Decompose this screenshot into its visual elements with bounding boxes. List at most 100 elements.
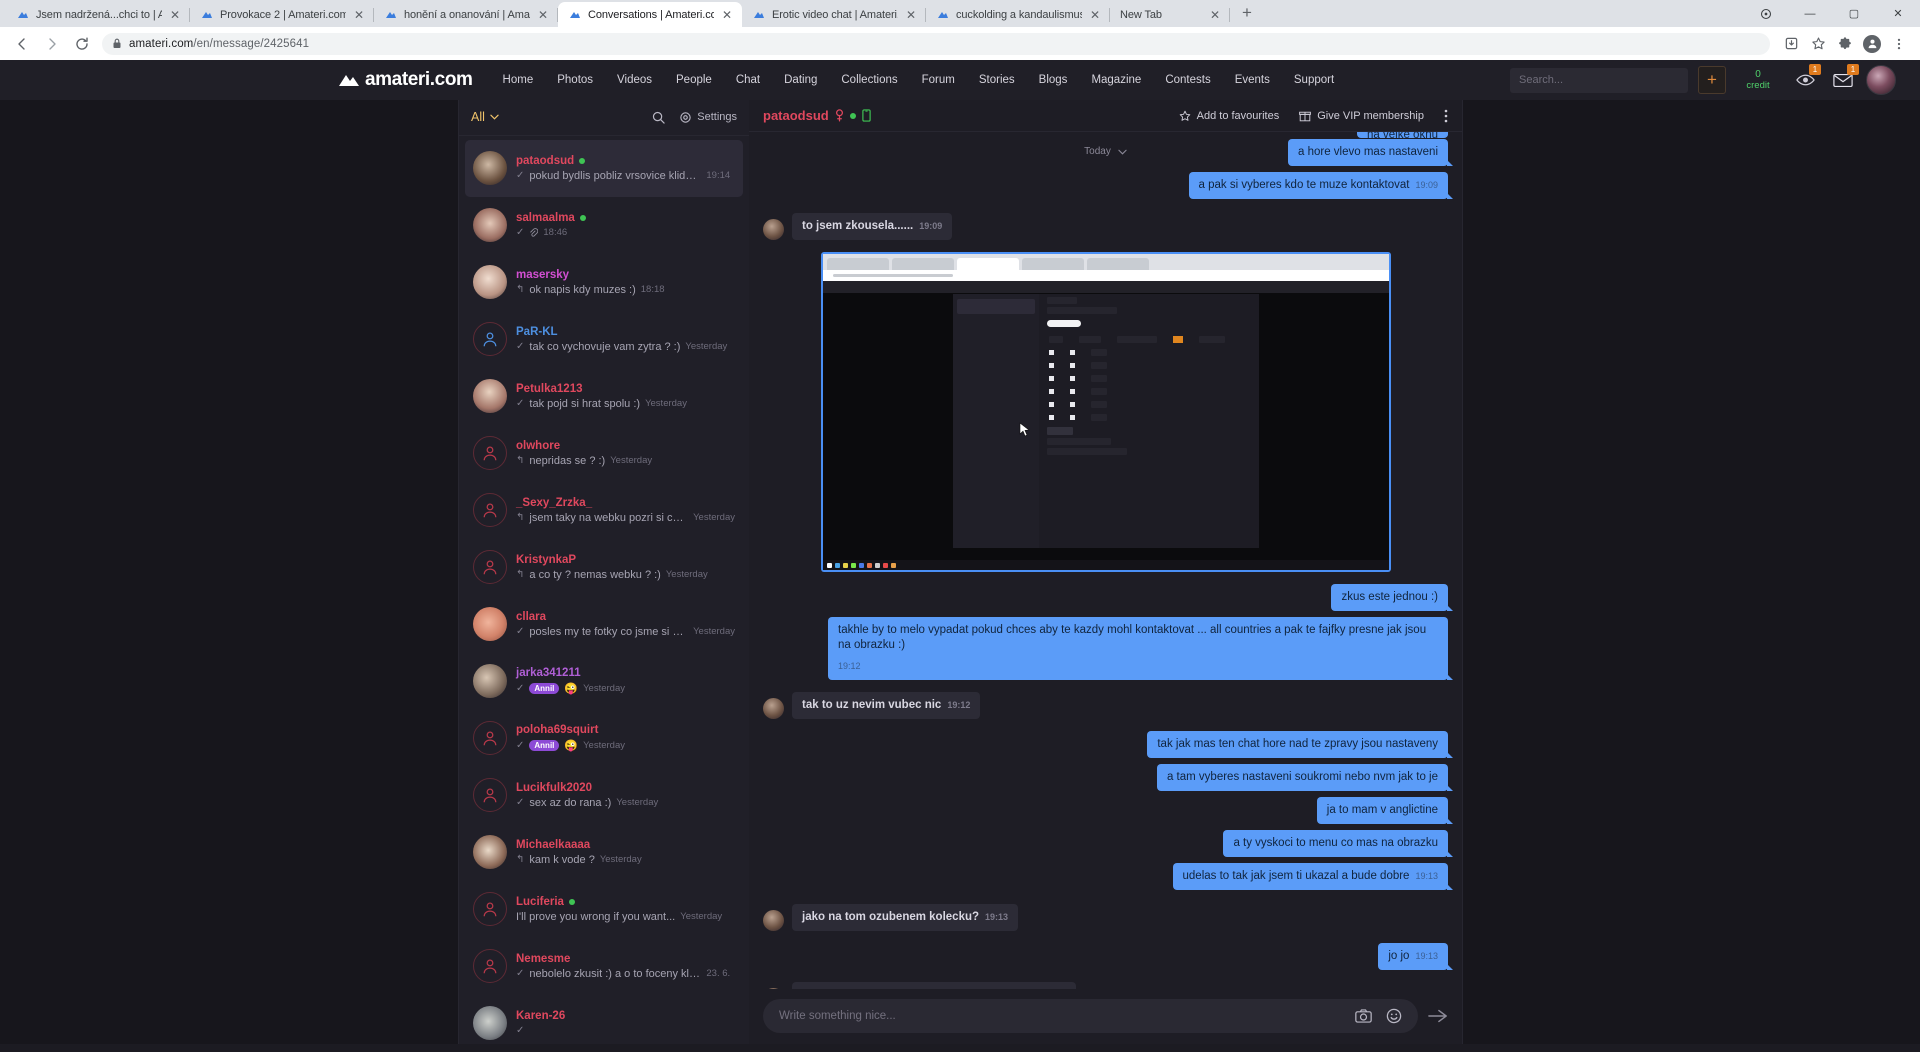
close-icon[interactable]: ✕: [536, 8, 550, 22]
chat-more-button[interactable]: [1444, 109, 1448, 123]
message-bubble-out[interactable]: na velke oknu: [1357, 132, 1448, 139]
nav-item-photos[interactable]: Photos: [545, 60, 605, 100]
close-icon[interactable]: ✕: [1208, 8, 1222, 22]
close-icon[interactable]: ✕: [1088, 8, 1102, 22]
profile-icon[interactable]: [1859, 31, 1885, 57]
message-bubble-out[interactable]: a ty vyskoci to menu co mas na obrazku: [1223, 830, 1453, 858]
nav-item-forum[interactable]: Forum: [910, 60, 967, 100]
add-to-favourites-button[interactable]: Add to favourites: [1179, 110, 1279, 122]
emoji-smile-icon[interactable]: [1386, 1008, 1402, 1024]
close-window-button[interactable]: ✕: [1876, 0, 1920, 27]
add-content-button[interactable]: +: [1698, 66, 1726, 94]
close-icon[interactable]: ✕: [352, 8, 366, 22]
visitors-button[interactable]: 1: [1790, 64, 1821, 93]
menu-kebab-icon[interactable]: [1886, 31, 1912, 57]
conversation-item[interactable]: Lucikfulk2020 ✓ sex az do rana :) Yester…: [465, 767, 743, 824]
nav-item-contests[interactable]: Contests: [1153, 60, 1222, 100]
avatar-placeholder-icon: [473, 721, 507, 756]
address-bar[interactable]: amateri.com/en/message/2425641: [102, 32, 1770, 55]
download-icon[interactable]: [1778, 31, 1804, 57]
nav-item-videos[interactable]: Videos: [605, 60, 664, 100]
message-bubble-in[interactable]: jako na tom ozubenem kolecku? 19:13: [792, 904, 1019, 932]
nav-item-collections[interactable]: Collections: [829, 60, 909, 100]
nav-item-people[interactable]: People: [664, 60, 724, 100]
message-input[interactable]: Write something nice...: [763, 999, 1418, 1034]
settings-button[interactable]: Settings: [679, 111, 737, 124]
conversation-item[interactable]: Nemesme ✓ nebolelo zkusit :) a o to foce…: [465, 938, 743, 995]
chat-peer[interactable]: pataodsud: [763, 108, 871, 123]
message-bubble-out[interactable]: a hore vlevo mas nastaveni: [1288, 139, 1453, 167]
nav-item-dating[interactable]: Dating: [772, 60, 829, 100]
conversation-item[interactable]: Luciferia I'll prove you wrong if you wa…: [465, 881, 743, 938]
conversation-item[interactable]: poloha69squirt ✓ Annil 😜 Yesterday: [465, 710, 743, 767]
credit-indicator[interactable]: 0 credit: [1735, 65, 1781, 95]
conversation-filter[interactable]: All: [471, 110, 499, 124]
reload-button[interactable]: [68, 30, 96, 58]
conversation-item[interactable]: PaR-KL ✓ tak co vychovuje vam zytra ? :)…: [465, 311, 743, 368]
conversation-item[interactable]: KristynkaP ↰ a co ty ? nemas webku ? :) …: [465, 539, 743, 596]
bookmark-star-icon[interactable]: [1805, 31, 1831, 57]
message-input-placeholder: Write something nice...: [779, 1010, 896, 1023]
conversation-item[interactable]: Petulka1213 ✓ tak pojd si hrat spolu :) …: [465, 368, 743, 425]
conversation-item[interactable]: olwhore ↰ nepridas se ? :) Yesterday: [465, 425, 743, 482]
browser-tab-active[interactable]: Conversations | Amateri.com ✕: [558, 2, 742, 27]
maximize-button[interactable]: ▢: [1832, 0, 1876, 27]
navigation-bar: amateri.com/en/message/2425641: [0, 27, 1920, 60]
message-bubble-in[interactable]: to jsem zkousela...... 19:09: [792, 213, 953, 241]
nav-item-stories[interactable]: Stories: [967, 60, 1027, 100]
browser-tab[interactable]: cuckolding a kandaulismus | Ama ✕: [926, 2, 1110, 27]
conversation-time: Yesterday: [665, 569, 708, 581]
nav-item-magazine[interactable]: Magazine: [1079, 60, 1153, 100]
nav-item-support[interactable]: Support: [1282, 60, 1346, 100]
close-icon[interactable]: ✕: [904, 8, 918, 22]
search-button[interactable]: [652, 111, 665, 124]
message-bubble-out[interactable]: a tam vyberes nastaveni soukromi nebo nv…: [1156, 764, 1454, 792]
message-bubble-in[interactable]: to jsem zkousela ale tam nic takoveho ne…: [792, 982, 1077, 989]
nav-item-chat[interactable]: Chat: [724, 60, 772, 100]
nav-item-home[interactable]: Home: [491, 60, 546, 100]
browser-tab[interactable]: Erotic video chat | Amateri.com ✕: [742, 2, 926, 27]
message-bubble-out[interactable]: zkus este jednou :): [1331, 584, 1453, 612]
extensions-puzzle-icon[interactable]: [1832, 31, 1858, 57]
message-bubble-out[interactable]: takhle by to melo vypadat pokud chces ab…: [828, 617, 1453, 681]
message-bubble-out[interactable]: ja to mam v anglictine: [1316, 797, 1454, 825]
browser-tab[interactable]: honění a onanování | Amateri.co ✕: [374, 2, 558, 27]
minimize-button[interactable]: —: [1788, 0, 1832, 27]
back-button[interactable]: [8, 30, 36, 58]
message-bubble-out[interactable]: udelas to tak jak jsem ti ukazal a bude …: [1172, 863, 1454, 891]
browser-tab[interactable]: Jsem nadržená...chci to | Amateri ✕: [6, 2, 190, 27]
camera-icon[interactable]: [1355, 1009, 1372, 1024]
user-avatar[interactable]: [1866, 65, 1896, 95]
message-bubble-in[interactable]: tak to uz nevim vubec nic 19:12: [792, 692, 981, 720]
nav-item-blogs[interactable]: Blogs: [1027, 60, 1080, 100]
close-icon[interactable]: ✕: [720, 8, 734, 22]
nav-item-events[interactable]: Events: [1223, 60, 1282, 100]
conversation-item[interactable]: Karen-26 ✓: [465, 995, 743, 1044]
new-tab-button[interactable]: +: [1234, 0, 1260, 26]
browser-tab[interactable]: Provokace 2 | Amateri.com ✕: [190, 2, 374, 27]
give-vip-button[interactable]: Give VIP membership: [1299, 110, 1424, 122]
conversation-item[interactable]: Michaelkaaaa ↰ kam k vode ? Yesterday: [465, 824, 743, 881]
send-button[interactable]: [1428, 1008, 1448, 1024]
browser-tab[interactable]: New Tab ✕: [1110, 2, 1230, 27]
search-input[interactable]: Search...: [1510, 67, 1688, 93]
conversation-item[interactable]: jarka341211 ✓ Annil 😜 Yesterday: [465, 653, 743, 710]
message-thread[interactable]: na velke oknu Today a hore vlevo mas nas…: [749, 132, 1462, 989]
message-bubble-out[interactable]: tak jak mas ten chat hore nad te zpravy …: [1147, 731, 1453, 759]
message-bubble-out[interactable]: jo jo 19:13: [1378, 943, 1453, 971]
conversation-item[interactable]: masersky ↰ ok napis kdy muzes :) 18:18: [465, 254, 743, 311]
message-attachment-image[interactable]: [820, 252, 1391, 573]
messages-button[interactable]: 1: [1828, 64, 1859, 93]
message-bubble-out[interactable]: a pak si vyberes kdo te muze kontaktovat…: [1188, 172, 1454, 200]
conversation-item[interactable]: _Sexy_Zrzka_ ↰ jsem taky na webku pozri …: [465, 482, 743, 539]
site-logo[interactable]: amateri.com: [338, 69, 473, 91]
forward-button[interactable]: [38, 30, 66, 58]
conversation-preview-row: ✓ tak pojd si hrat spolu :) Yesterday: [516, 398, 735, 410]
close-icon[interactable]: ✕: [168, 8, 182, 22]
conversation-item[interactable]: salmaalma ✓ 18:46: [465, 197, 743, 254]
conversation-list[interactable]: pataodsud ✓ pokud bydlis pobliz vrsovice…: [459, 136, 749, 1044]
window-settings-icon[interactable]: [1744, 0, 1788, 27]
conversation-item[interactable]: pataodsud ✓ pokud bydlis pobliz vrsovice…: [465, 139, 743, 197]
conversation-item[interactable]: cllara ✓ posles my te fotky co jsme si m…: [465, 596, 743, 653]
amateri-icon: [936, 8, 950, 22]
